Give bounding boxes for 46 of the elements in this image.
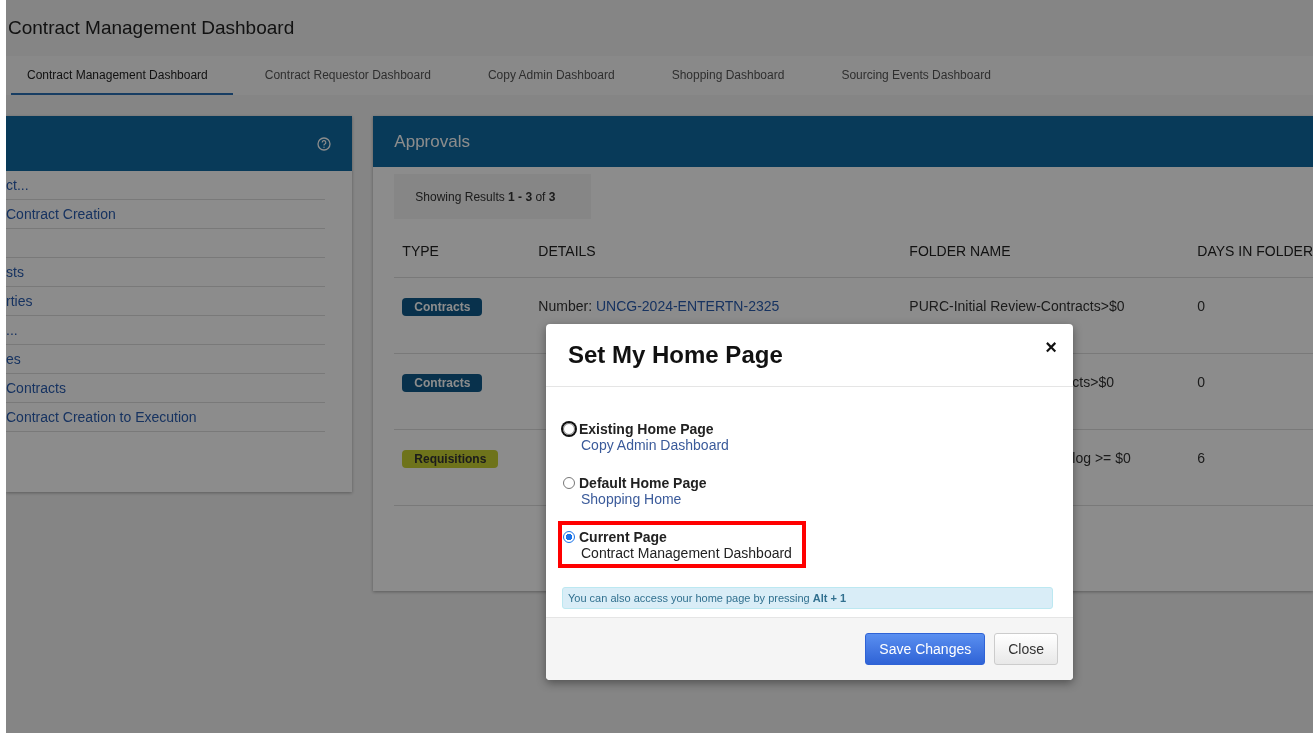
dialog-title: Set My Home Page (568, 341, 783, 369)
radio-button[interactable] (563, 477, 575, 489)
help-icon[interactable] (317, 136, 332, 151)
contract-link[interactable]: UNCG-2024-ENTERTN-2325 (595, 298, 780, 314)
page-link[interactable]: Copy Admin Dashboard (581, 437, 729, 453)
panel-link[interactable]: ct... (6, 177, 29, 193)
panel-link[interactable]: es (6, 351, 21, 367)
type-tag: Contracts (402, 298, 483, 316)
panel-link[interactable]: Contract Creation to Execution (6, 409, 197, 425)
panel-link[interactable]: Contract Creation (6, 206, 116, 222)
info-note: You can also access your home page by pressing Alt + 1 (562, 587, 1053, 609)
close-button[interactable]: Close (994, 633, 1058, 665)
panel-link[interactable]: ... (6, 322, 18, 338)
days-count: 0 (1197, 298, 1206, 314)
folder-name: log >= $0 (1072, 449, 1131, 468)
dashboard-tab[interactable]: Copy Admin Dashboard (471, 56, 640, 95)
option-label: Current Page (579, 529, 668, 545)
details-text: Number: UNCG-2024-ENTERTN-2325 (538, 297, 780, 316)
panel-link[interactable]: sts (6, 264, 24, 280)
panel-link[interactable]: rties (6, 293, 33, 309)
days-count: 0 (1197, 374, 1206, 390)
panel-link[interactable]: Contracts (6, 380, 66, 396)
page-link[interactable]: Shopping Home (581, 491, 707, 507)
page-title: Contract Management Dashboard (8, 17, 295, 39)
panel-title: Approvals (394, 131, 470, 152)
folder-name: PURC-Initial Review-Contracts>$0 (909, 297, 1125, 316)
column-header: FOLDER NAME (908, 243, 1012, 259)
type-tag: Requisitions (402, 450, 499, 468)
results-count: Showing Results 1 - 3 of 3 (394, 174, 592, 219)
column-header: DAYS IN FOLDER (1196, 243, 1313, 259)
save-button[interactable]: Save Changes (865, 633, 986, 665)
dashboard-tab[interactable]: Sourcing Events Dashboard (825, 56, 1016, 95)
option-label: Default Home Page (579, 475, 707, 491)
column-header: DETAILS (537, 243, 597, 259)
folder-name: cts>$0 (1072, 373, 1114, 392)
dashboard-tab[interactable]: Contract Requestor Dashboard (248, 56, 456, 95)
dashboard-tab[interactable]: Shopping Dashboard (655, 56, 810, 95)
page-name: Contract Management Dashboard (581, 545, 792, 561)
close-button[interactable]: × (1045, 336, 1057, 359)
radio-button[interactable] (563, 531, 575, 543)
days-count: 6 (1197, 450, 1206, 466)
option-label: Existing Home Page (579, 421, 715, 437)
radio-button[interactable] (563, 423, 575, 435)
column-header: TYPE (401, 243, 440, 259)
dashboard-tab[interactable]: Contract Management Dashboard (11, 56, 233, 95)
type-tag: Contracts (402, 374, 483, 392)
